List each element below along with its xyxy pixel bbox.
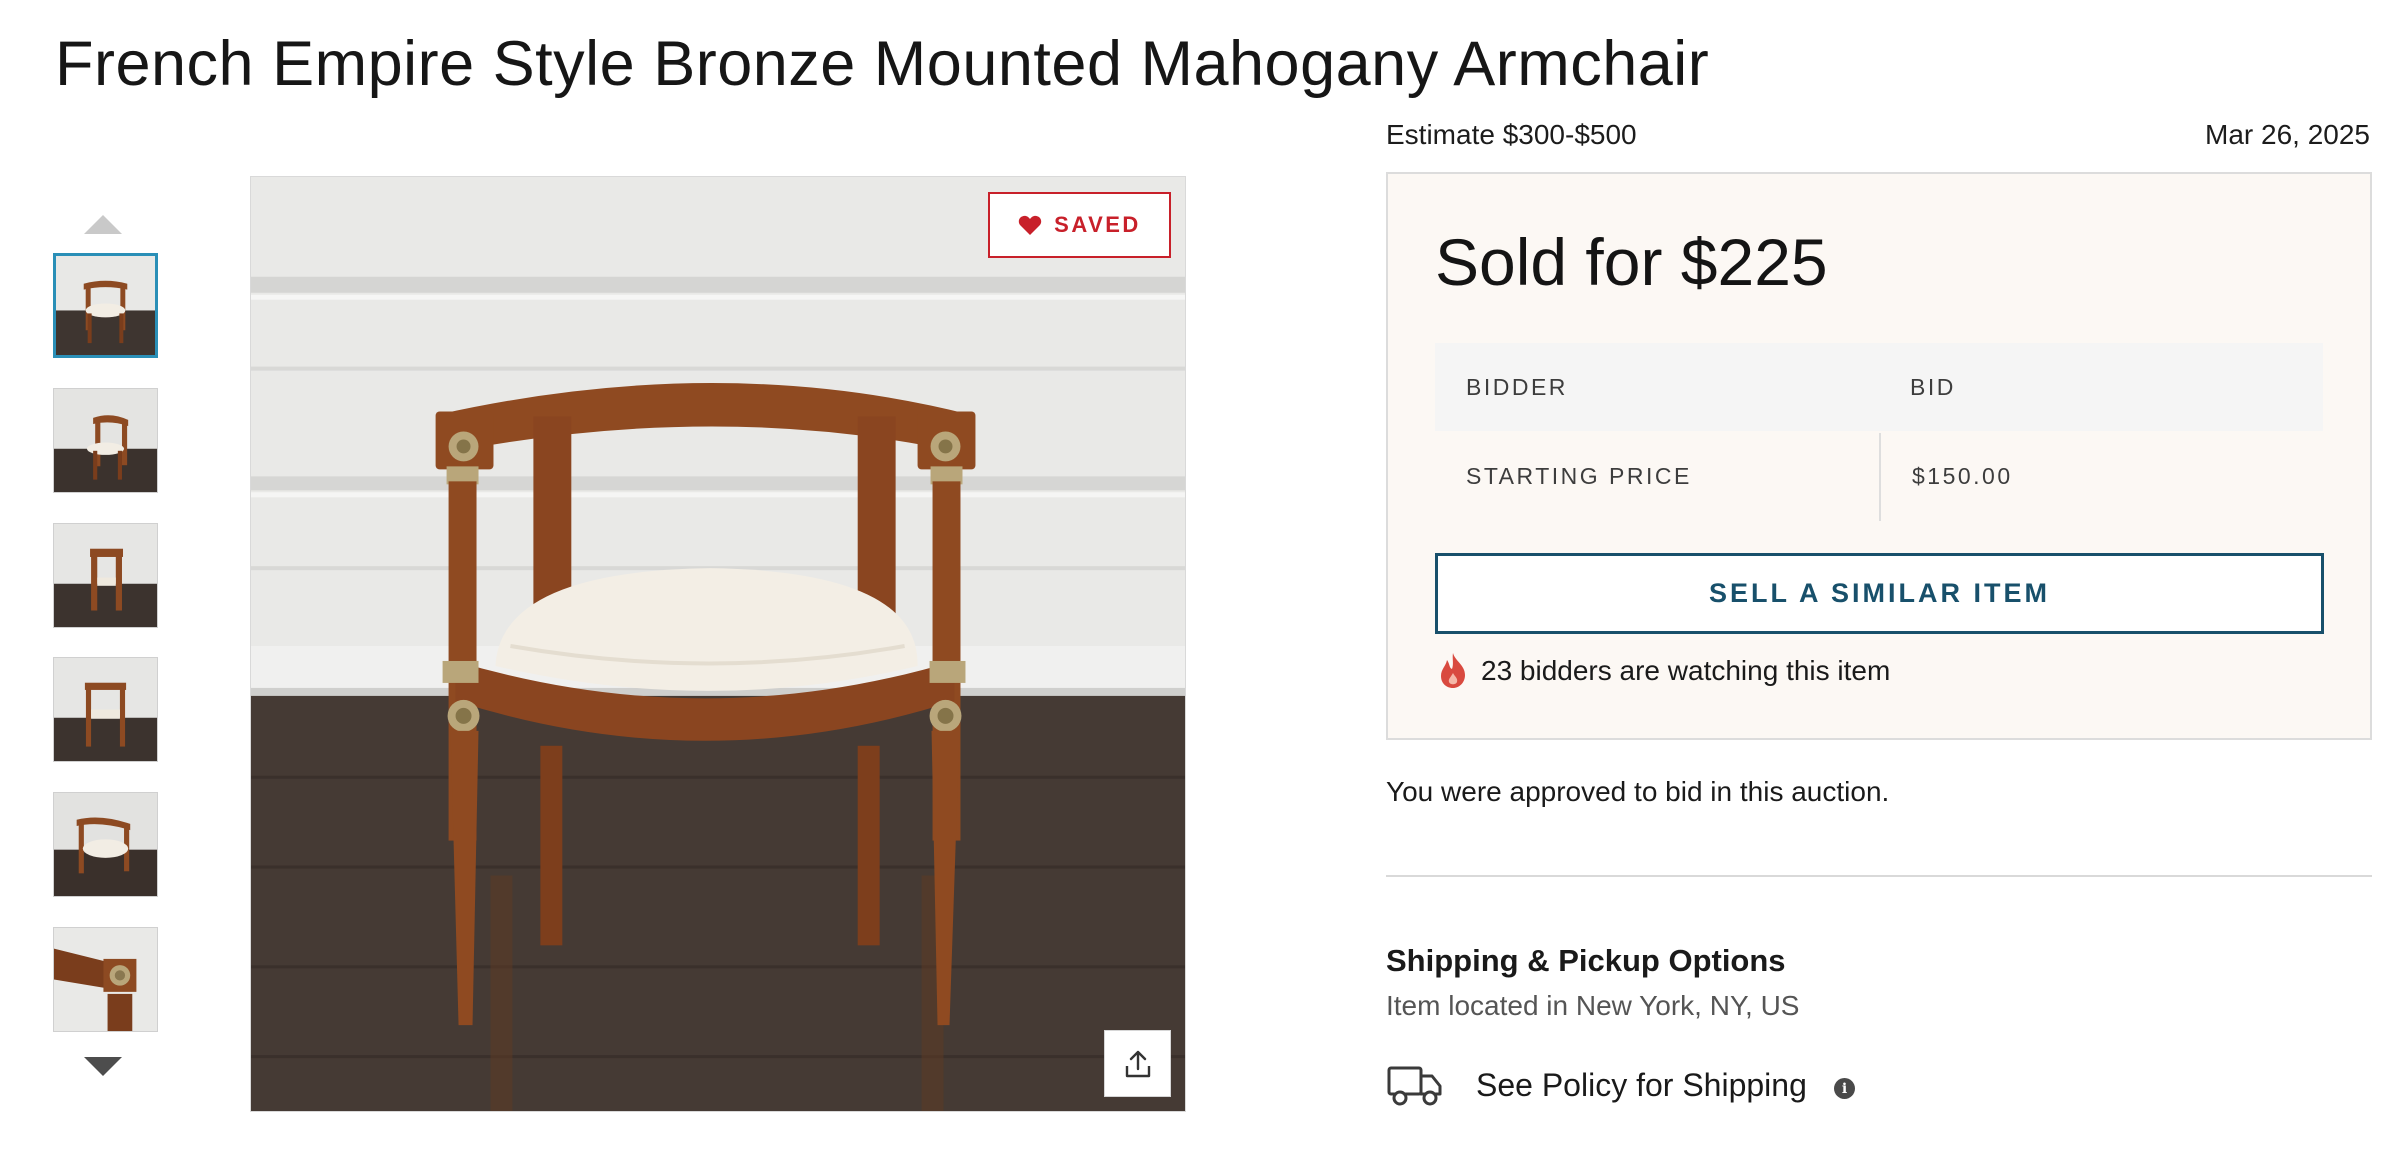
info-icon[interactable]: i <box>1834 1078 1855 1099</box>
starting-price-label: STARTING PRICE <box>1466 463 1692 489</box>
shipping-policy-link[interactable]: See Policy for Shipping <box>1476 1067 1807 1104</box>
thumbnail-4[interactable] <box>53 657 158 762</box>
share-icon <box>1125 1050 1150 1077</box>
share-button[interactable] <box>1104 1030 1171 1097</box>
sold-price: Sold for $225 <box>1435 225 1828 299</box>
main-product-image <box>250 176 1186 1112</box>
item-location: Item located in New York, NY, US <box>1386 990 1800 1021</box>
bid-column-header: BID <box>1910 374 1956 400</box>
bid-table-header <box>1435 343 2323 431</box>
estimate-text: Estimate $300-$500 <box>1386 119 1637 150</box>
saved-label: SAVED <box>1054 212 1141 237</box>
thumbnail-scroll-up-icon[interactable] <box>84 215 122 234</box>
thumbnail-5[interactable] <box>53 792 158 897</box>
watchers-count: 23 bidders are watching this item <box>1481 655 1891 686</box>
thumbnail-scroll-down-icon[interactable] <box>84 1057 122 1076</box>
auction-date: Mar 26, 2025 <box>2205 119 2370 150</box>
table-row-divider <box>1879 433 1881 521</box>
thumbnail-3[interactable] <box>53 523 158 628</box>
thumbnail-2[interactable] <box>53 388 158 493</box>
saved-button[interactable]: SAVED <box>988 192 1171 258</box>
section-divider <box>1386 875 2372 877</box>
flame-icon <box>1441 653 1465 688</box>
starting-price-value: $150.00 <box>1912 463 2013 489</box>
item-title: French Empire Style Bronze Mounted Mahog… <box>55 29 1710 99</box>
thumbnail-6[interactable] <box>53 927 158 1032</box>
approval-status: You were approved to bid in this auction… <box>1386 776 1890 807</box>
thumbnail-1[interactable] <box>53 253 158 358</box>
truck-icon <box>1387 1066 1442 1106</box>
bidder-column-header: BIDDER <box>1466 374 1568 400</box>
heart-icon <box>1018 215 1042 235</box>
sell-similar-item-button[interactable]: SELL A SIMILAR ITEM <box>1435 553 2324 634</box>
shipping-heading: Shipping & Pickup Options <box>1386 943 1786 978</box>
